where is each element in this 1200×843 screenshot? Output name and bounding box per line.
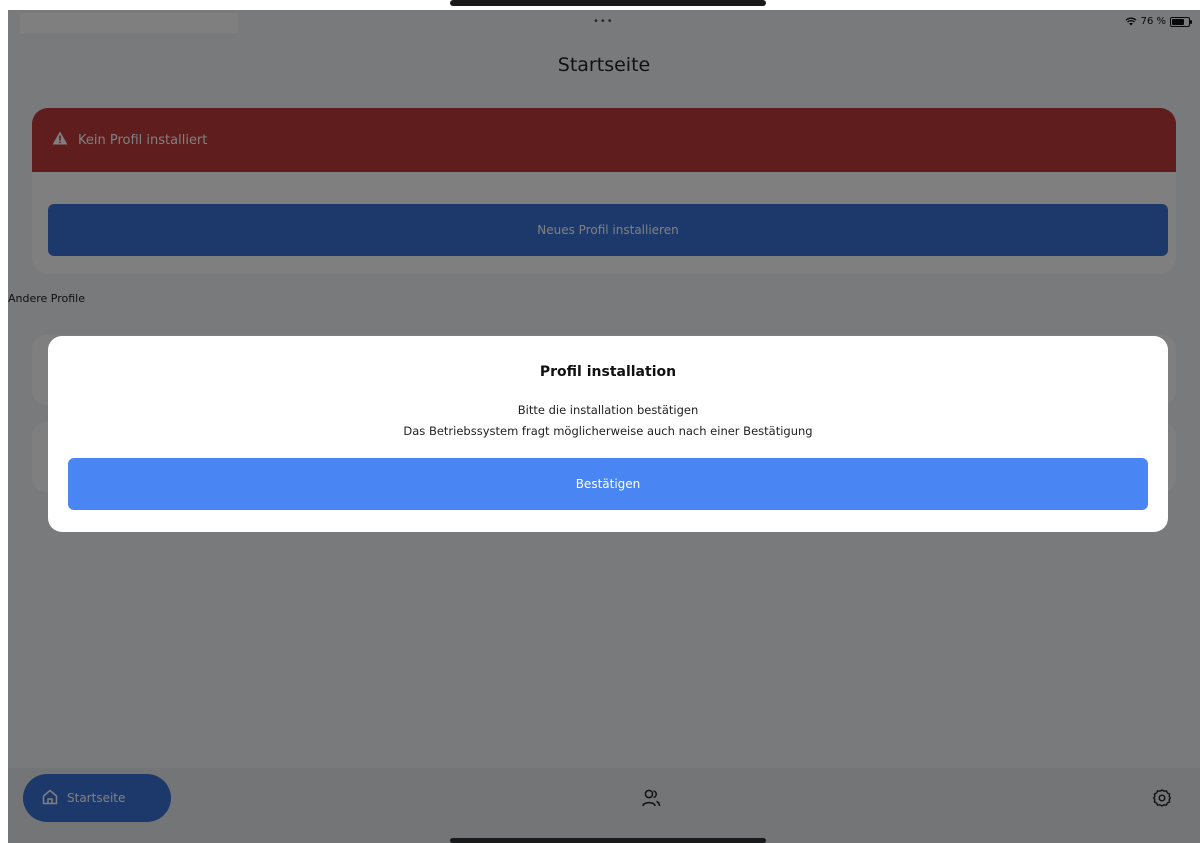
app-screen: ••• 76 % Startseite Kein Profil installi… — [8, 10, 1200, 843]
dialog-title: Profil installation — [539, 364, 677, 380]
top-bezel — [450, 0, 766, 6]
dialog-message-line-1: Bitte die installation bestätigen — [517, 403, 699, 417]
confirm-button[interactable]: Bestätigen — [68, 458, 1148, 510]
dialog-message-line-2: Das Betriebssystem fragt möglicherweise … — [403, 424, 813, 438]
home-indicator — [450, 838, 766, 843]
profile-install-dialog: Profil installation Bitte die installati… — [48, 336, 1168, 532]
